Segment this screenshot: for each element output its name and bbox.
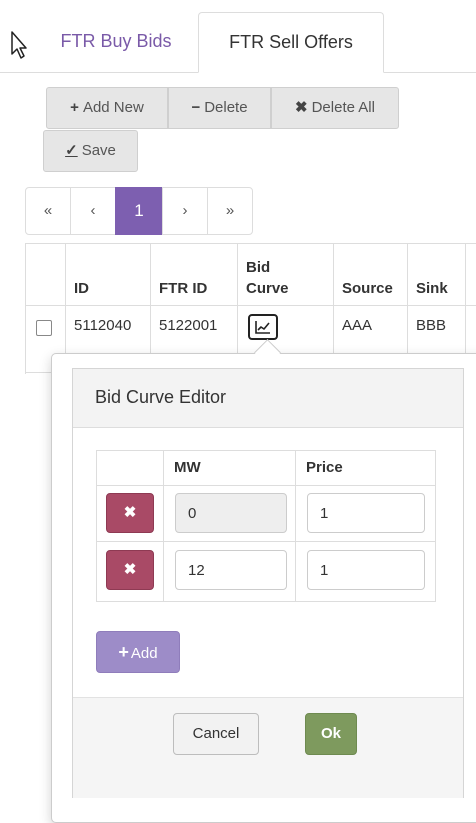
price-input[interactable] <box>307 550 425 590</box>
page-first-button[interactable]: « <box>25 187 71 235</box>
header-source[interactable]: Source <box>334 244 408 306</box>
delete-label: Delete <box>204 99 248 116</box>
editor-footer: Cancel Ok <box>73 697 463 798</box>
tab-ftr-buy-bids[interactable]: FTR Buy Bids <box>35 12 197 71</box>
page-last-button[interactable]: » <box>207 187 253 235</box>
curve-table: MW Price ✖ ✖ <box>96 450 436 602</box>
editor-title: Bid Curve Editor <box>95 387 227 407</box>
tab-ftr-sell-offers[interactable]: FTR Sell Offers <box>198 12 384 73</box>
curve-header-action <box>97 451 164 486</box>
page-prev-button[interactable]: ‹ <box>70 187 116 235</box>
page-current[interactable]: 1 <box>115 187 163 235</box>
remove-row-button[interactable]: ✖ <box>106 493 154 533</box>
bid-curve-chart-button[interactable] <box>248 314 278 340</box>
remove-row-button[interactable]: ✖ <box>106 550 154 590</box>
remove-icon: ✖ <box>123 561 137 578</box>
header-bid-curve[interactable]: Bid Curve <box>238 244 334 306</box>
save-label: Save <box>81 142 116 159</box>
mw-input[interactable] <box>175 493 287 533</box>
plus-icon: + <box>118 642 129 662</box>
times-icon: ✖ <box>295 99 308 116</box>
delete-button[interactable]: − Delete <box>168 87 271 129</box>
header-select <box>25 244 66 306</box>
ok-button[interactable]: Ok <box>305 713 357 755</box>
row-checkbox[interactable] <box>36 320 52 336</box>
curve-header-mw: MW <box>164 451 296 486</box>
price-input[interactable] <box>307 493 425 533</box>
header-ftr-id[interactable]: FTR ID <box>151 244 238 306</box>
header-id[interactable]: ID <box>66 244 151 306</box>
page-next-button[interactable]: › <box>162 187 208 235</box>
line-chart-icon <box>255 321 270 334</box>
delete-all-button[interactable]: ✖ Delete All <box>271 87 399 129</box>
add-point-button[interactable]: + Add <box>96 631 180 673</box>
header-overflow <box>466 244 476 306</box>
add-point-label: Add <box>130 645 158 662</box>
add-new-button[interactable]: + Add New <box>46 87 168 129</box>
add-new-label: Add New <box>82 99 144 116</box>
tab-bar: FTR Buy Bids FTR Sell Offers <box>0 12 476 73</box>
editor-header: Bid Curve Editor <box>73 369 463 428</box>
plus-icon: + <box>70 99 79 116</box>
save-button[interactable]: ✓ Save <box>43 130 138 172</box>
minus-icon: − <box>191 99 201 116</box>
remove-icon: ✖ <box>123 504 137 521</box>
header-sink[interactable]: Sink <box>408 244 466 306</box>
bid-curve-editor: Bid Curve Editor MW Price ✖ ✖ +Add Cance… <box>72 368 464 798</box>
curve-header-price: Price <box>296 451 435 486</box>
delete-all-label: Delete All <box>311 99 375 116</box>
mw-input[interactable] <box>175 550 287 590</box>
cancel-button[interactable]: Cancel <box>173 713 259 755</box>
save-check-icon: ✓ <box>65 142 78 159</box>
header-bid-curve-label: Bid Curve <box>246 259 289 297</box>
